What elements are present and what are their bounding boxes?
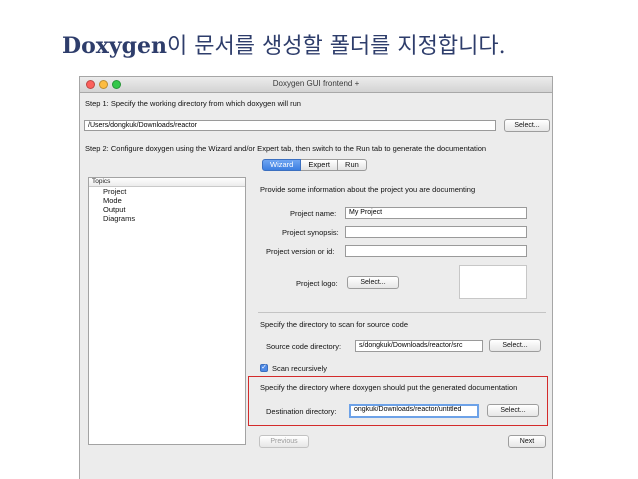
working-directory-field[interactable]: /Users/dongkuk/Downloads/reactor — [84, 120, 496, 131]
topic-item-mode[interactable]: Mode — [89, 196, 245, 205]
window-titlebar: Doxygen GUI frontend + — [80, 77, 552, 93]
source-directory-input[interactable]: s/dongkuk/Downloads/reactor/src — [355, 340, 483, 352]
project-synopsis-label: Project synopsis: — [282, 228, 339, 237]
tab-run[interactable]: Run — [338, 159, 367, 171]
topic-item-diagrams[interactable]: Diagrams — [89, 214, 245, 223]
project-synopsis-input[interactable] — [345, 226, 527, 238]
tab-wizard[interactable]: Wizard — [262, 159, 302, 171]
project-name-input[interactable]: My Project — [345, 207, 527, 219]
destination-highlight-box — [248, 376, 548, 426]
wizard-tab-bar: Wizard Expert Run — [262, 159, 367, 171]
source-directory-select-button[interactable]: Select... — [489, 339, 541, 352]
working-directory-select-button[interactable]: Select... — [504, 119, 550, 132]
tab-expert[interactable]: Expert — [301, 159, 339, 171]
project-logo-select-button[interactable]: Select... — [347, 276, 399, 289]
project-version-input[interactable] — [345, 245, 527, 257]
section-divider — [258, 312, 546, 313]
slide-title-latin: Doxygen — [62, 33, 168, 59]
next-button[interactable]: Next — [508, 435, 546, 448]
scan-recursively-label: Scan recursively — [272, 364, 328, 373]
project-version-label: Project version or id: — [266, 247, 335, 256]
slide-title: Doxygen이 문서를 생성할 폴더를 지정합니다. — [62, 28, 506, 60]
topic-item-output[interactable]: Output — [89, 205, 245, 214]
source-directory-label: Source code directory: — [266, 342, 342, 351]
topic-item-project[interactable]: Project — [89, 187, 245, 196]
scan-recursively-checkbox[interactable]: ✓ — [260, 364, 268, 372]
project-intro-label: Provide some information about the proje… — [260, 185, 476, 194]
slide-title-korean: 이 문서를 생성할 폴더를 지정합니다. — [167, 34, 506, 59]
project-logo-label: Project logo: — [296, 279, 338, 288]
project-logo-preview — [459, 265, 527, 299]
step1-label: Step 1: Specify the working directory fr… — [85, 99, 301, 108]
window-title: Doxygen GUI frontend + — [272, 79, 360, 88]
topics-list: Topics Project Mode Output Diagrams — [88, 177, 246, 445]
source-section-label: Specify the directory to scan for source… — [260, 320, 408, 329]
topics-header: Topics — [89, 178, 245, 187]
previous-button[interactable]: Previous — [259, 435, 309, 448]
project-name-label: Project name: — [290, 209, 337, 218]
step2-label: Step 2: Configure doxygen using the Wiza… — [85, 144, 487, 153]
